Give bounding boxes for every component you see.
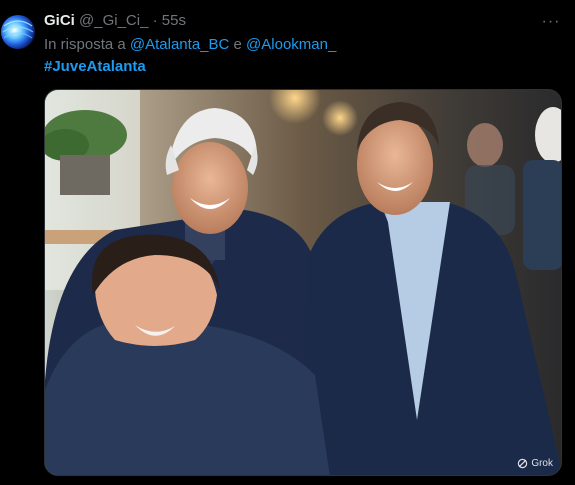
reply-conjunction: e <box>233 36 242 53</box>
timestamp[interactable]: 55s <box>162 12 186 29</box>
ai-badge: Grok <box>517 458 553 469</box>
generated-photo <box>45 90 561 475</box>
grok-icon <box>518 458 528 469</box>
avatar[interactable] <box>0 12 36 52</box>
mention-link-atalanta[interactable]: @Atalanta_BC <box>130 36 229 53</box>
badge-label: Grok <box>531 458 553 469</box>
separator-dot: · <box>152 12 158 29</box>
hashtag-link[interactable]: #JuveAtalanta <box>44 58 146 75</box>
tweet-text: #JuveAtalanta <box>44 58 146 75</box>
reply-prefix: In risposta a <box>44 36 126 53</box>
mention-link-alookman[interactable]: @Alookman_ <box>246 36 336 53</box>
tweet-image[interactable]: Grok <box>44 89 562 476</box>
display-name[interactable]: GiCi <box>44 12 75 29</box>
more-options-icon[interactable]: ··· <box>541 12 561 32</box>
user-handle[interactable]: @_Gi_Ci_ <box>79 12 148 29</box>
tweet: GiCi @_Gi_Ci_ · 55s ··· In risposta a @A… <box>0 0 575 485</box>
reply-context: In risposta a @Atalanta_BC e @Alookman_ <box>44 36 336 53</box>
tweet-header: GiCi @_Gi_Ci_ · 55s <box>44 12 186 29</box>
